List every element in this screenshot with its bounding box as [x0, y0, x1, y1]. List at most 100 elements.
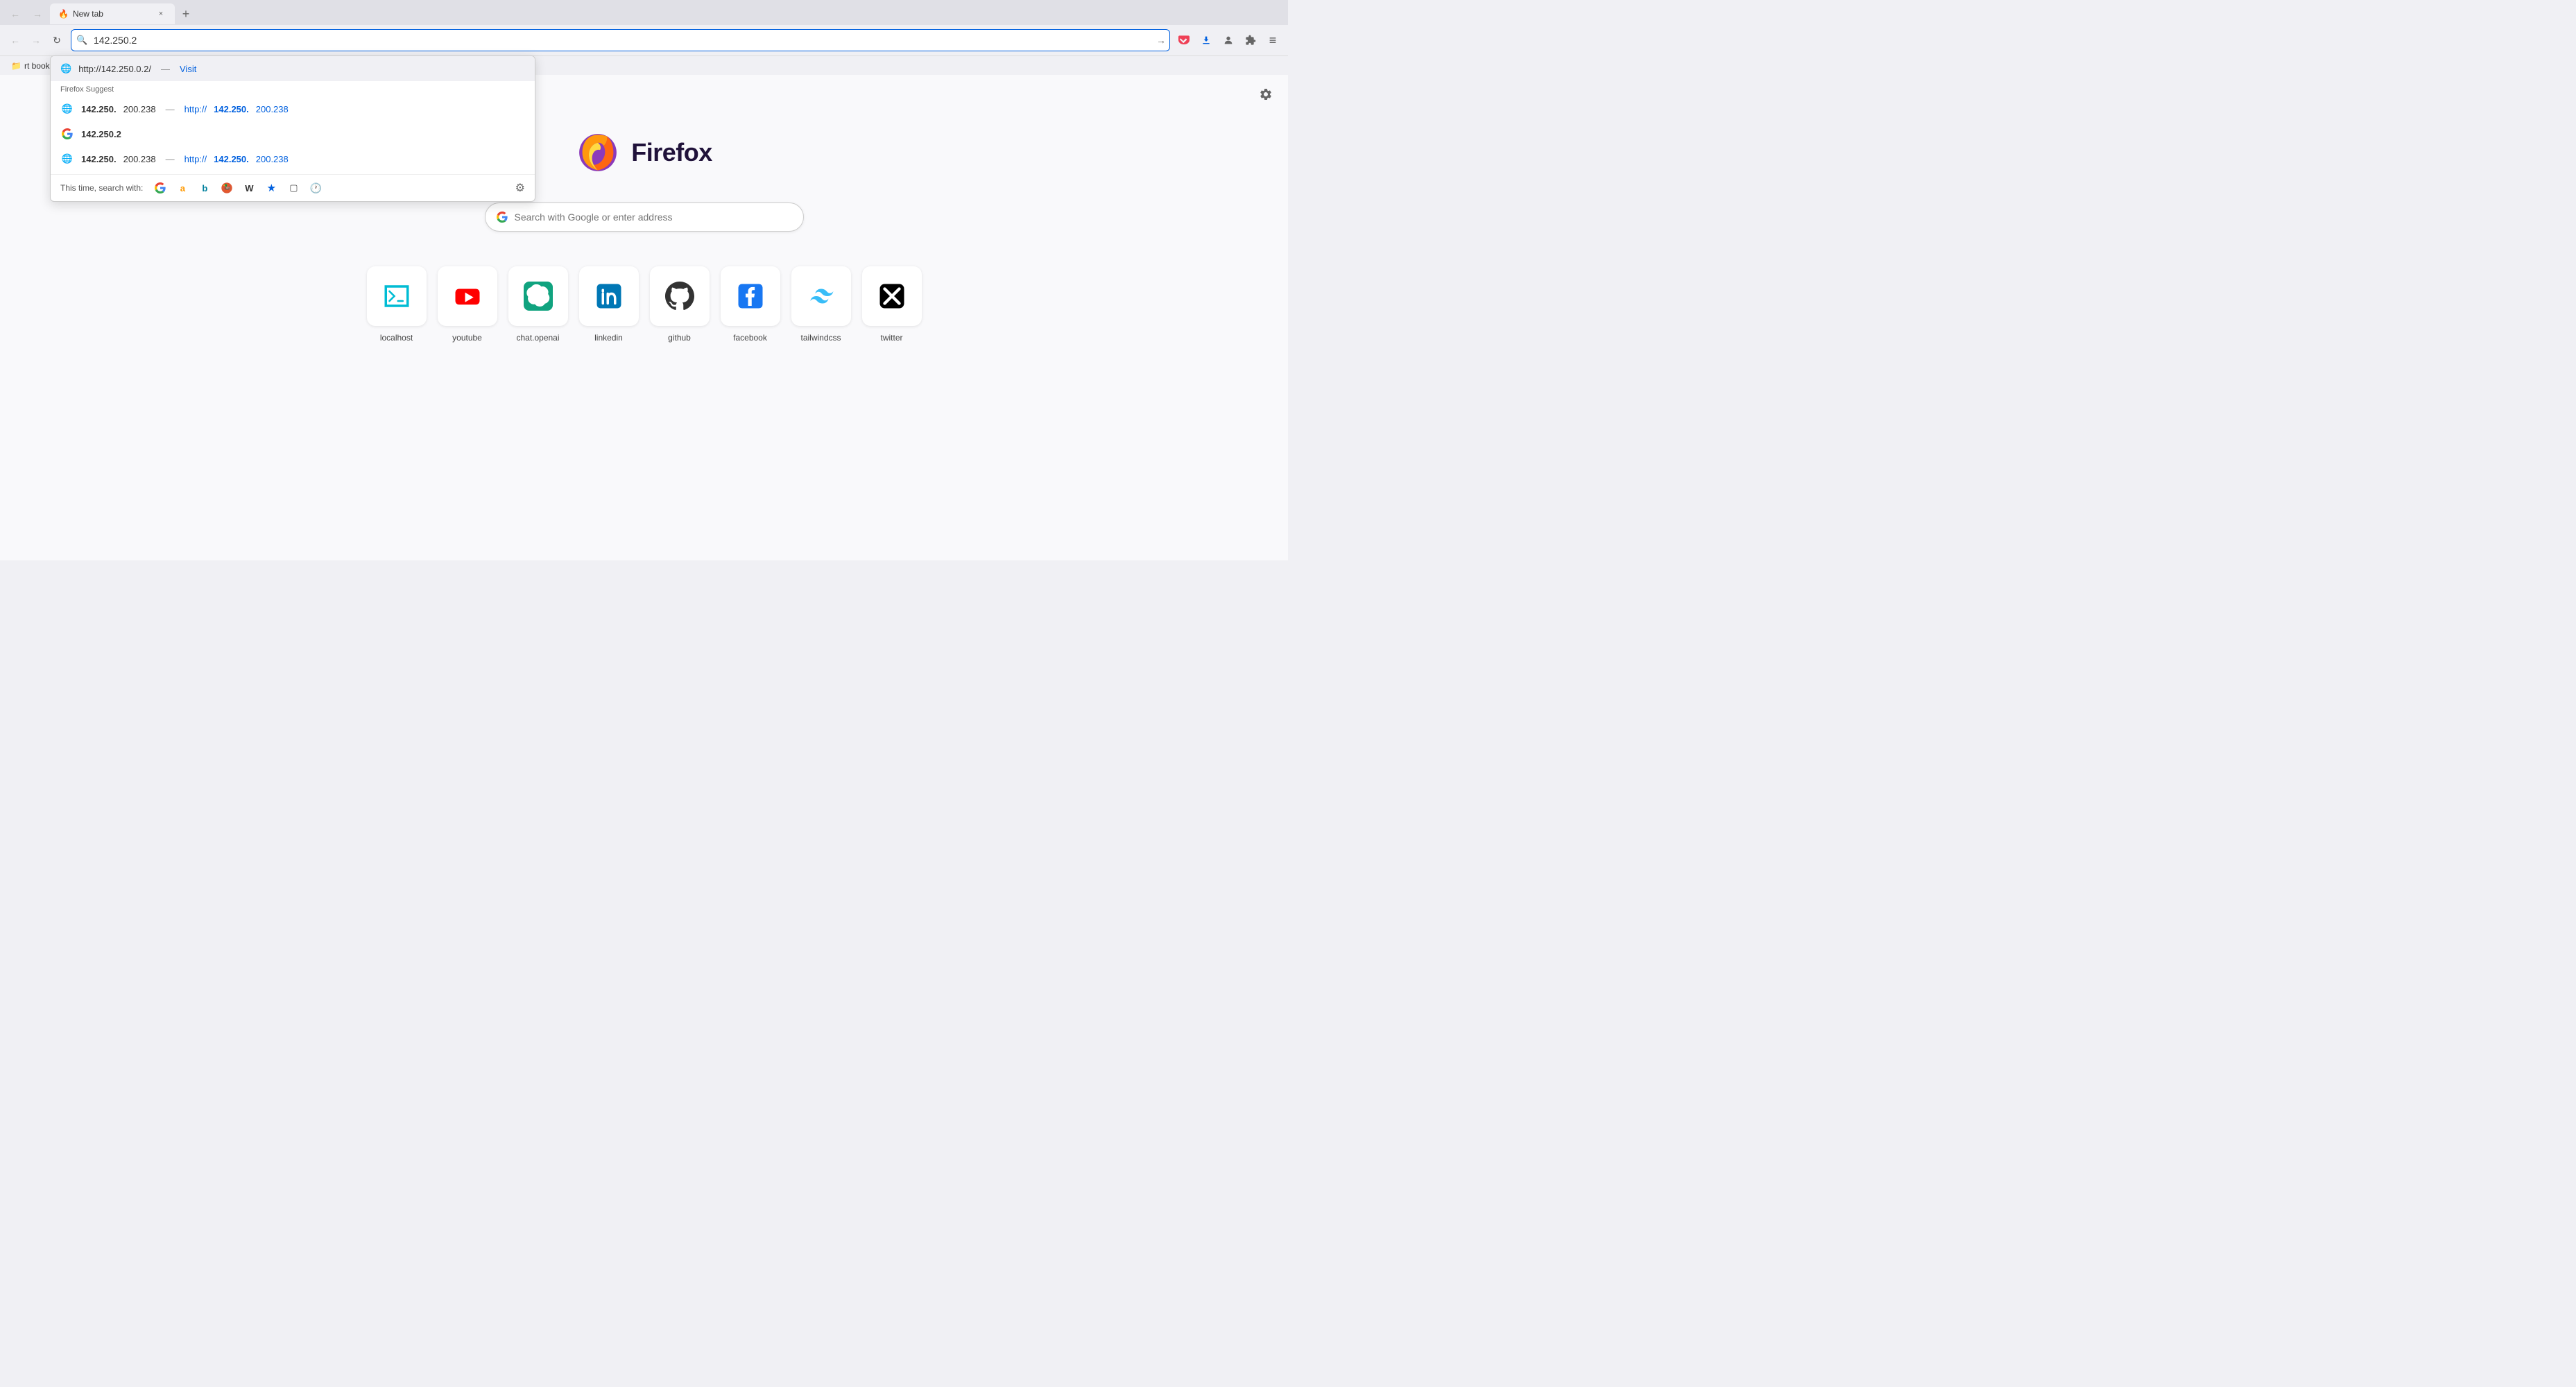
nav-buttons: ← →: [6, 4, 47, 24]
shortcut-tailwindcss[interactable]: tailwindcss: [791, 266, 851, 343]
dropdown-item-main-rest-0: 200.238: [123, 104, 156, 114]
menu-button[interactable]: ≡: [1263, 31, 1282, 50]
tab-close-button[interactable]: ×: [155, 8, 166, 19]
youtube-icon: [453, 282, 482, 311]
firefox-logo: [576, 130, 620, 175]
pocket-button[interactable]: [1174, 31, 1194, 50]
search-engine-bing[interactable]: b: [197, 180, 212, 196]
shortcut-tile-facebook: [721, 266, 780, 326]
chatgpt-icon: [524, 282, 553, 311]
dropdown-item-dash-2: —: [166, 154, 175, 164]
dropdown-item-dash-0: —: [166, 104, 175, 114]
dropdown-item-main-bold-0: 142.250.: [81, 104, 117, 114]
shortcut-linkedin[interactable]: linkedin: [579, 266, 639, 343]
dropdown-item-url-pre-2: http://: [184, 154, 207, 164]
dropdown-visit-item[interactable]: 🌐 http://142.250.0.2/ — Visit: [51, 56, 535, 81]
linkedin-icon: [594, 282, 624, 311]
search-engine-bookmarks[interactable]: ★: [264, 180, 279, 196]
new-tab-button[interactable]: +: [178, 6, 194, 22]
tab-new-tab[interactable]: 🔥 New tab ×: [50, 3, 175, 24]
search-engine-history[interactable]: 🕐: [308, 180, 323, 196]
dropdown-globe-icon: 🌐: [60, 63, 71, 74]
address-bar-container: 🔍 → 🌐 http://142.250.0.2/ — Visit Firefo…: [71, 29, 1170, 51]
tab-label: New tab: [73, 9, 103, 19]
search-engine-tabs[interactable]: ▢: [286, 180, 301, 196]
toolbar-nav: ← → ↻: [6, 31, 67, 50]
bookmark-folder-icon-0: 📁: [11, 61, 22, 71]
forward-button[interactable]: →: [28, 4, 47, 24]
search-engine-wikipedia[interactable]: W: [241, 180, 257, 196]
shortcut-chatopenai[interactable]: chat.openai: [508, 266, 568, 343]
search-with-label: This time, search with:: [60, 183, 143, 193]
dropdown-item-1[interactable]: 142.250.2: [51, 121, 535, 146]
shortcut-label-linkedin: linkedin: [594, 333, 623, 343]
shortcut-label-tailwindcss: tailwindcss: [800, 333, 841, 343]
search-engine-duckduckgo[interactable]: 🦆: [219, 180, 234, 196]
dropdown-item-url-bold-2: 142.250.: [214, 154, 249, 164]
shortcut-tile-linkedin: [579, 266, 639, 326]
back-nav-button[interactable]: ←: [6, 31, 25, 50]
address-bar-go-button[interactable]: →: [1156, 35, 1166, 46]
google-search-icon: [497, 212, 508, 223]
dropdown-item-globe-icon-2: 🌐: [60, 152, 74, 166]
search-input-wrapper: [485, 203, 804, 232]
downloads-button[interactable]: [1196, 31, 1216, 50]
facebook-icon: [736, 282, 765, 311]
search-container: [485, 203, 804, 232]
dropdown-settings-icon[interactable]: ⚙: [515, 181, 525, 195]
dropdown-item-main-rest-2: 200.238: [123, 154, 156, 164]
svg-text:🦆: 🦆: [223, 184, 231, 192]
shortcut-tile-localhost: [367, 266, 427, 326]
account-button[interactable]: [1219, 31, 1238, 50]
shortcut-github[interactable]: github: [650, 266, 710, 343]
search-engine-amazon[interactable]: a: [175, 180, 190, 196]
shortcut-facebook[interactable]: facebook: [721, 266, 780, 343]
page-settings-button[interactable]: [1255, 83, 1277, 105]
dropdown-item-text-bold-1: 142.250.2: [81, 129, 121, 139]
dropdown-item-google-icon-1: [60, 127, 74, 141]
firefox-suggest-label: Firefox Suggest: [51, 81, 535, 96]
tab-favicon: 🔥: [58, 9, 69, 19]
back-button[interactable]: ←: [6, 4, 25, 24]
github-icon: [665, 282, 694, 311]
tailwindcss-icon: [807, 282, 836, 311]
page-search-input[interactable]: [515, 212, 792, 223]
browser-chrome: ← → 🔥 New tab × + ← → ↻ 🔍 → 🌐 htt: [0, 0, 1288, 75]
forward-nav-button[interactable]: →: [26, 31, 46, 50]
dropdown-item-main-bold-2: 142.250.: [81, 154, 117, 164]
toolbar-right: ≡: [1174, 31, 1282, 50]
toolbar: ← → ↻ 🔍 → 🌐 http://142.250.0.2/ — Visit …: [0, 25, 1288, 55]
dropdown-visit-label: Visit: [180, 64, 196, 74]
search-engine-google[interactable]: [153, 180, 168, 196]
shortcut-label-github: github: [668, 333, 691, 343]
shortcuts-grid: localhost youtube chat.openai: [367, 266, 922, 343]
shortcut-tile-twitter: [862, 266, 922, 326]
shortcut-tile-chatopenai: [508, 266, 568, 326]
shortcut-tile-github: [650, 266, 710, 326]
shortcut-label-youtube: youtube: [452, 333, 482, 343]
address-dropdown: 🌐 http://142.250.0.2/ — Visit Firefox Su…: [50, 55, 535, 202]
dropdown-search-with: This time, search with: a b: [51, 174, 535, 201]
firefox-branding: Firefox: [576, 130, 712, 175]
address-bar-input[interactable]: [71, 29, 1170, 51]
shortcut-tile-youtube: [438, 266, 497, 326]
reload-button[interactable]: ↻: [47, 31, 67, 50]
dropdown-item-url-pre-0: http://: [184, 104, 207, 114]
dropdown-item-0[interactable]: 🌐 142.250. 200.238 — http:// 142.250. 200.2…: [51, 96, 535, 121]
dropdown-item-url-bold-0: 142.250.: [214, 104, 249, 114]
extensions-button[interactable]: [1241, 31, 1260, 50]
dropdown-item-2[interactable]: 🌐 142.250. 200.238 — http:// 142.250. 200.2…: [51, 146, 535, 171]
shortcut-localhost[interactable]: localhost: [367, 266, 427, 343]
localhost-icon: [382, 282, 411, 311]
dropdown-item-url-rest-0: 200.238: [256, 104, 289, 114]
twitter-x-icon: [877, 282, 907, 311]
shortcut-tile-tailwindcss: [791, 266, 851, 326]
shortcut-label-localhost: localhost: [380, 333, 413, 343]
dropdown-item-globe-icon-0: 🌐: [60, 102, 74, 116]
shortcut-label-chatopenai: chat.openai: [516, 333, 559, 343]
dropdown-item-url-rest-2: 200.238: [256, 154, 289, 164]
address-search-icon: 🔍: [76, 35, 87, 46]
shortcut-twitter[interactable]: twitter: [862, 266, 922, 343]
shortcut-youtube[interactable]: youtube: [438, 266, 497, 343]
dropdown-visit-dash: —: [161, 64, 170, 74]
